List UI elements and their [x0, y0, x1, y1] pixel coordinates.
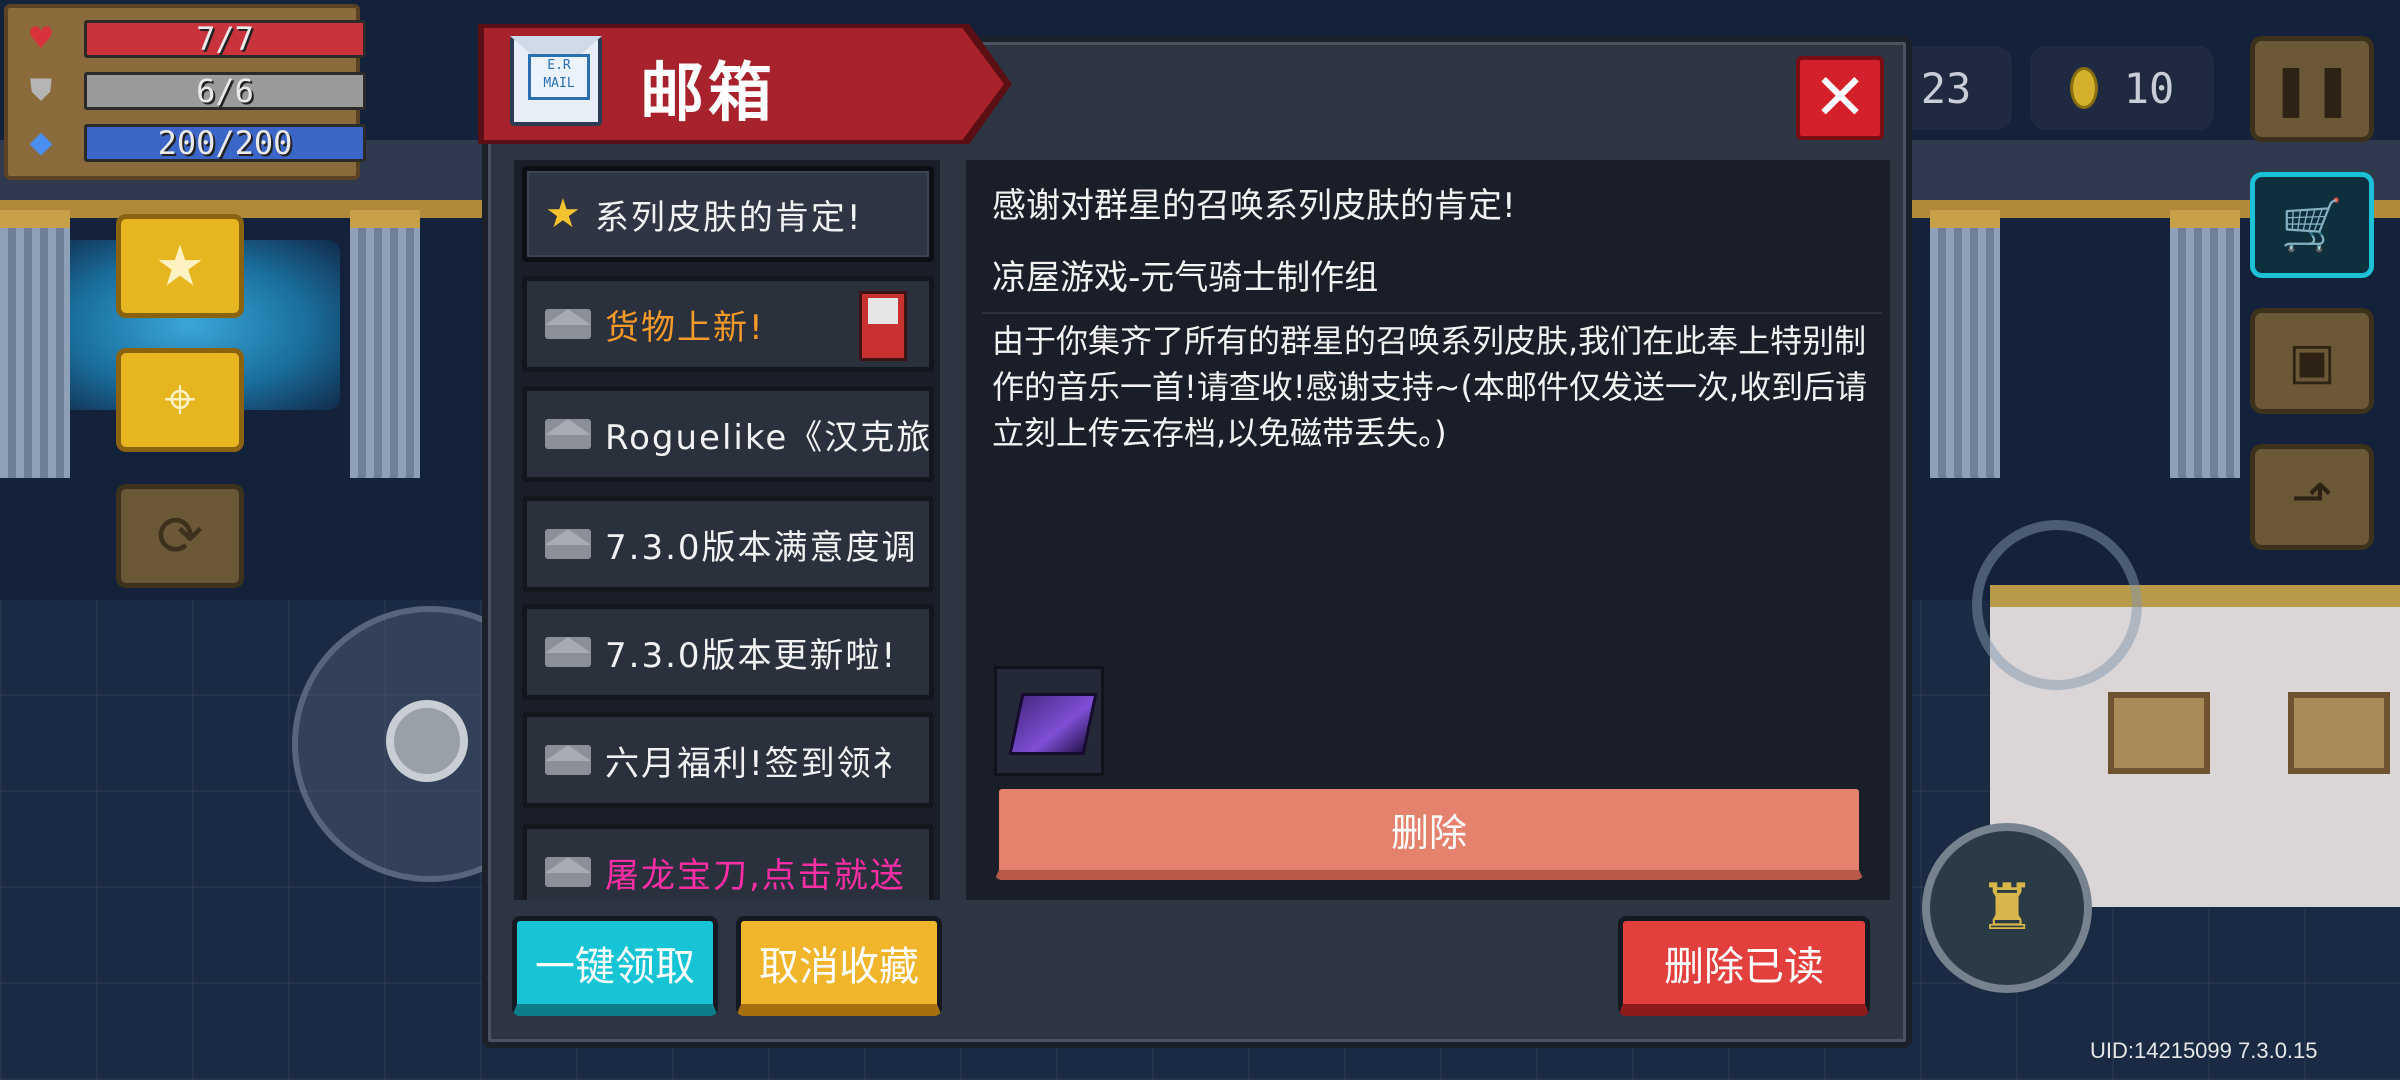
profile-card-icon: ▣: [2288, 332, 2336, 390]
armor-text: 6/6: [196, 72, 254, 110]
delete-read-button[interactable]: 删除已读: [1618, 916, 1870, 1016]
envelope-icon: [545, 637, 591, 667]
refresh-icon: ⟳: [156, 503, 204, 569]
mail-item[interactable]: Roguelike《汉克旅: [522, 386, 934, 482]
mail-stamp: E.R MAIL: [528, 54, 590, 100]
mail-item-label: 屠龙宝刀,点击就送: [605, 855, 906, 896]
mail-body: 由于你集齐了所有的群星的召唤系列皮肤,我们在此奉上特别制作的音乐一首!请查收!感…: [992, 322, 1868, 452]
mail-item-label: 7.3.0版本满意度调: [605, 527, 918, 568]
swap-character-button[interactable]: ⟳: [116, 484, 244, 588]
mail-sender: 凉屋游戏-元气骑士制作组: [992, 258, 1379, 298]
pillar: [1930, 210, 2000, 478]
profile-button[interactable]: ▣: [2250, 308, 2374, 414]
health-row: ♥ 7/7: [24, 18, 366, 60]
mail-item-label: Roguelike《汉克旅: [605, 417, 933, 458]
envelope-icon: [545, 419, 591, 449]
mail-item[interactable]: 六月福利!签到领礻: [522, 712, 934, 808]
health-text: 7/7: [196, 20, 254, 58]
stairs-icon: ⬏: [2291, 468, 2333, 526]
mail-item-label: 系列皮肤的肯定!: [594, 197, 863, 238]
claim-all-label: 一键领取: [535, 943, 695, 990]
joystick-knob[interactable]: [386, 700, 468, 782]
trophy-icon: ♜: [1978, 871, 2036, 945]
cart-icon: 🛒: [2280, 195, 2344, 254]
delete-read-label: 删除已读: [1664, 943, 1824, 990]
energy-gem-icon: ◆: [29, 125, 53, 160]
location-button[interactable]: ⌖: [116, 348, 244, 452]
claim-all-button[interactable]: 一键领取: [512, 916, 718, 1016]
shop-button[interactable]: 🛒: [2250, 172, 2374, 278]
cassette-tape-icon: [1008, 693, 1098, 755]
gem-count: 23: [1920, 63, 1972, 113]
cat-item-icon: [859, 291, 907, 361]
shield-icon: ⛊: [29, 73, 53, 108]
map-pin-icon: ⌖: [164, 367, 196, 432]
mail-subject: 感谢对群星的召唤系列皮肤的肯定!: [992, 186, 1516, 226]
heart-icon: ♥: [27, 21, 55, 56]
mail-item-label: 六月福利!签到领礻: [605, 743, 909, 784]
mail-item[interactable]: 屠龙宝刀,点击就送: [522, 824, 934, 900]
player-stats-panel: ♥ 7/7 ⛊ 6/6 ◆ 200/200: [4, 4, 366, 180]
envelope-icon: [545, 745, 591, 775]
armor-row: ⛊ 6/6: [24, 70, 366, 112]
coin-count: 10: [2123, 63, 2175, 113]
close-button[interactable]: ✕: [1796, 56, 1884, 140]
energy-text: 200/200: [157, 124, 293, 162]
attachment-slot[interactable]: [994, 666, 1104, 776]
mail-list[interactable]: ★ 系列皮肤的肯定! 货物上新! Roguelike《汉克旅 7.3.0版本满意…: [514, 160, 940, 900]
star-icon: ★: [154, 233, 206, 299]
mail-item-label: 7.3.0版本更新啦!: [605, 635, 898, 676]
exit-button[interactable]: ⬏: [2250, 444, 2374, 550]
mail-item[interactable]: 7.3.0版本更新啦!: [522, 604, 934, 700]
pillar: [350, 210, 420, 478]
pillar: [2170, 210, 2240, 478]
weapon-swap-button[interactable]: [1972, 520, 2142, 690]
close-icon: ✕: [1813, 61, 1867, 135]
notice-board[interactable]: [2288, 692, 2390, 774]
talent-button[interactable]: ★: [116, 214, 244, 318]
pillar: [0, 210, 70, 478]
pause-icon: ❚❚: [2270, 60, 2354, 118]
delete-button[interactable]: 删除: [994, 784, 1864, 880]
envelope-icon: [545, 857, 591, 887]
envelope-icon: [545, 529, 591, 559]
delete-label: 删除: [1390, 811, 1467, 855]
favorite-star-icon: ★: [545, 191, 581, 237]
coin-icon: [2069, 67, 2098, 109]
unfavorite-label: 取消收藏: [759, 943, 919, 990]
uid-label: UID:14215099 7.3.0.15: [2090, 1038, 2318, 1063]
health-bar: 7/7: [84, 20, 366, 58]
mail-item-label: 货物上新!: [605, 307, 765, 348]
divider: [982, 312, 1882, 314]
energy-bar: 200/200: [84, 124, 366, 162]
pause-button[interactable]: ❚❚: [2250, 36, 2374, 142]
mail-item[interactable]: 7.3.0版本满意度调: [522, 496, 934, 592]
coin-counter: 10: [2030, 46, 2214, 130]
mail-item[interactable]: 货物上新!: [522, 276, 934, 372]
energy-row: ◆ 200/200: [24, 122, 366, 164]
notice-board[interactable]: [2108, 692, 2210, 774]
skill-button[interactable]: ♜: [1922, 823, 2092, 993]
mail-item[interactable]: ★ 系列皮肤的肯定!: [522, 166, 934, 262]
unfavorite-button[interactable]: 取消收藏: [736, 916, 942, 1016]
mail-icon: E.R MAIL: [510, 36, 602, 126]
dialog-title: 邮箱: [640, 57, 776, 131]
armor-bar: 6/6: [84, 72, 366, 110]
envelope-icon: [545, 309, 591, 339]
